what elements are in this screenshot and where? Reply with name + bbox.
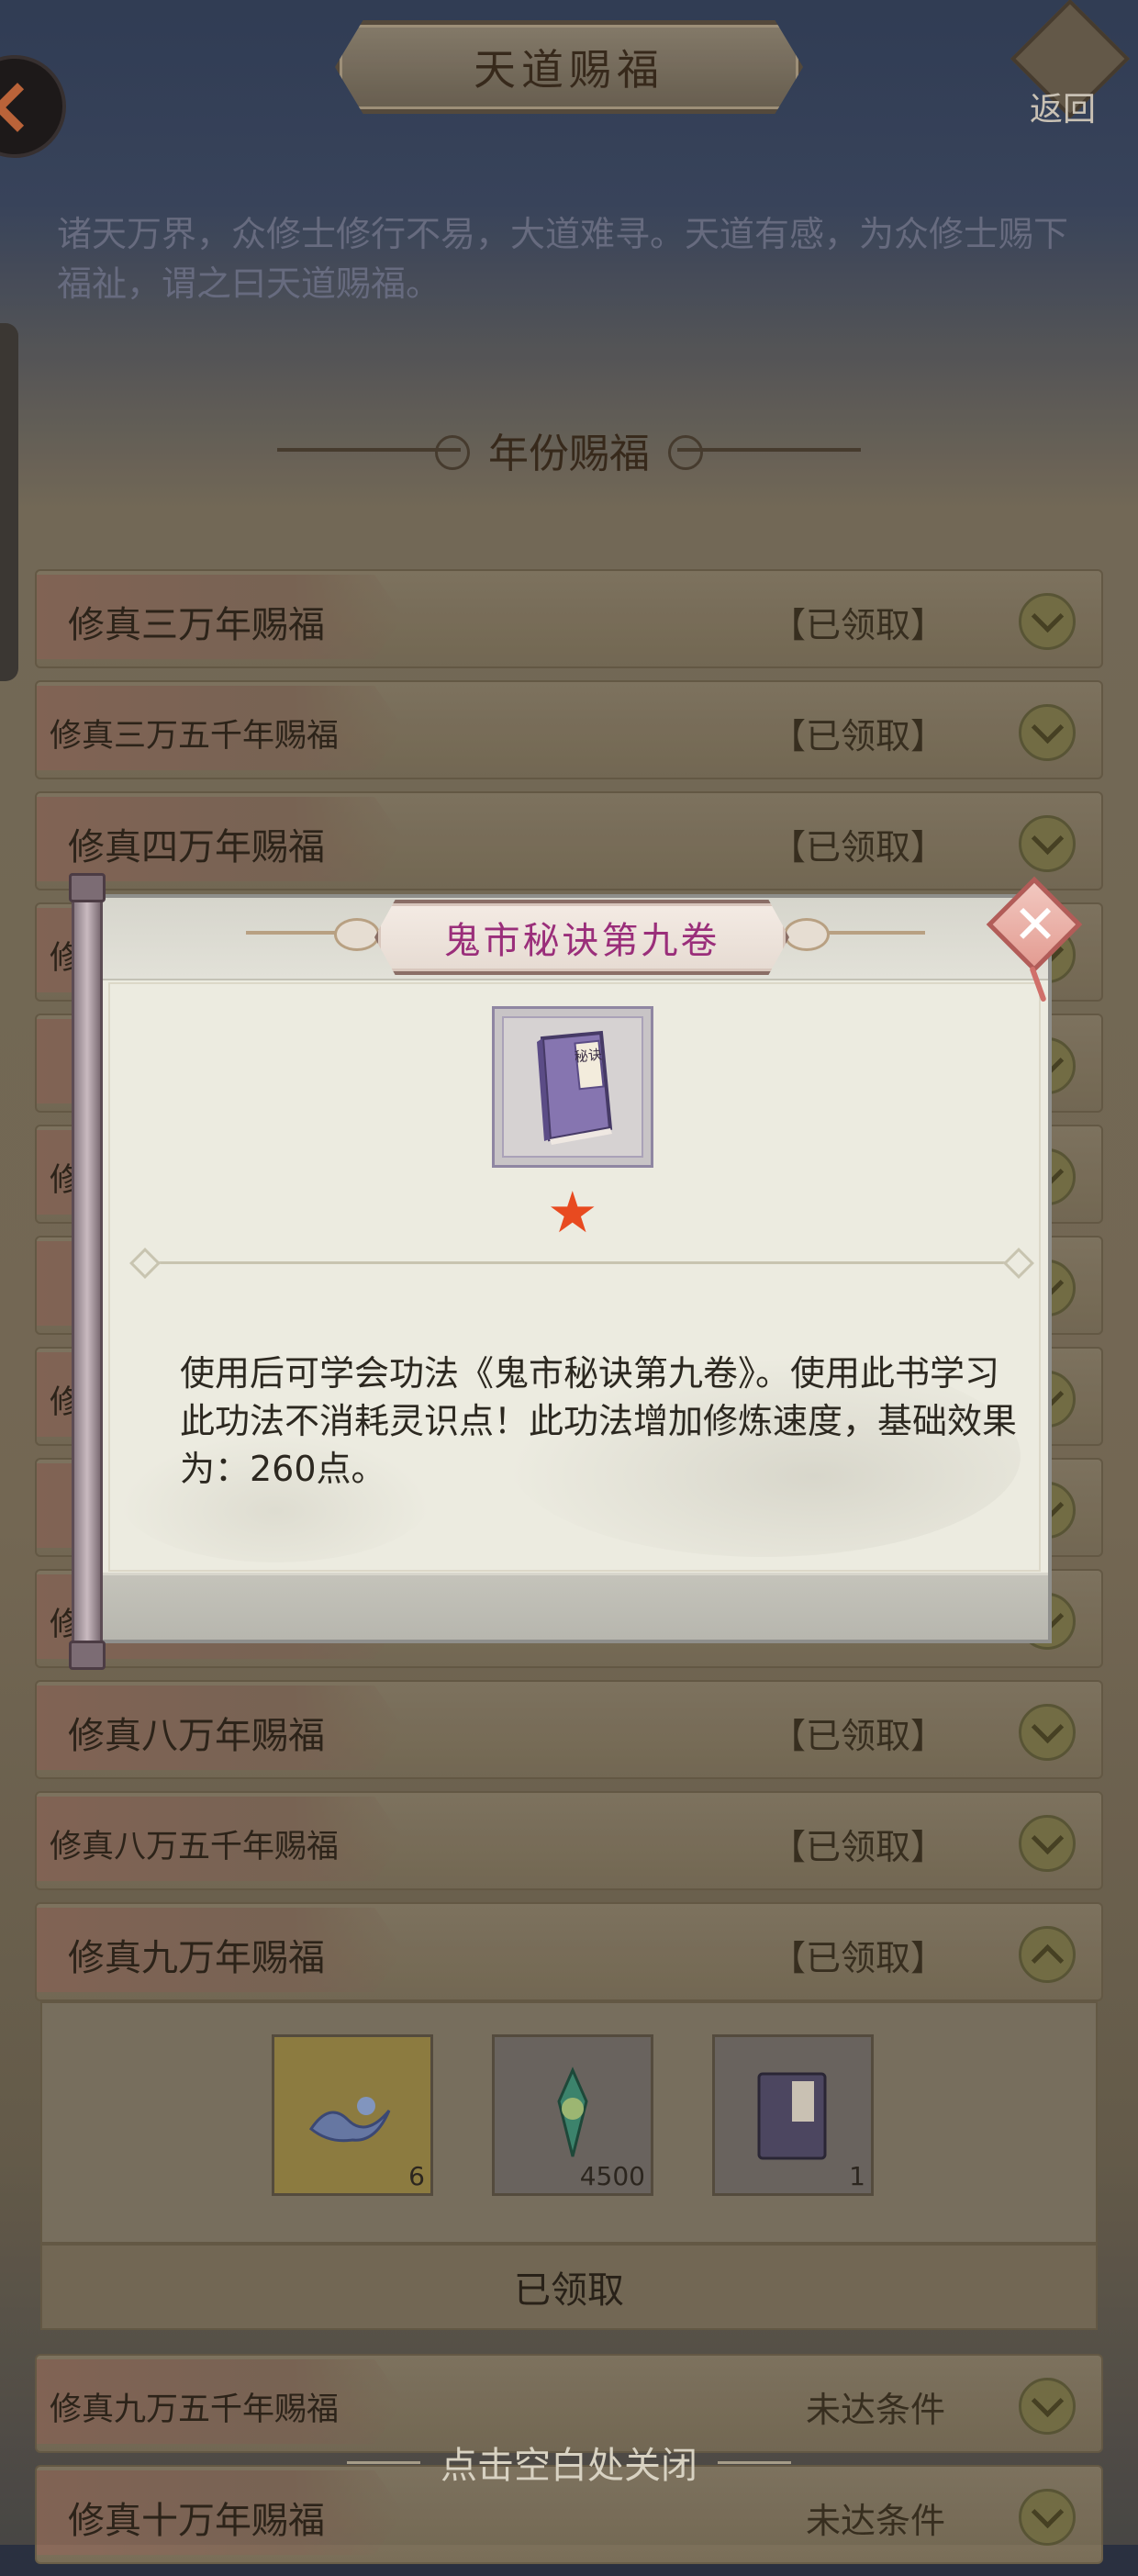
item-description: 使用后可学会功法《鬼市秘诀第九卷》。使用此书学习此功法不消耗灵识点！此功法增加修… (180, 1353, 1018, 1489)
star-icon: ★ (547, 1179, 598, 1246)
hint-ornament-left-icon (347, 2460, 420, 2464)
divider (141, 1261, 1022, 1264)
item-name: 鬼市秘诀第九卷 (443, 920, 720, 962)
close-icon: ✕ (1012, 893, 1058, 956)
close-button[interactable]: ✕ (986, 876, 1088, 1015)
hint-ornament-right-icon (718, 2460, 791, 2464)
close-hint: 点击空白处关闭 (330, 2435, 808, 2490)
book-icon: 秘诀 (537, 1030, 613, 1145)
book-label: 秘诀 (574, 1047, 603, 1066)
tassel-icon (1029, 966, 1047, 1002)
close-hint-text: 点击空白处关闭 (441, 2445, 697, 2487)
scroll-rod-icon (69, 873, 106, 1670)
item-icon-frame: 秘诀 (492, 1006, 653, 1168)
title-knob-right-icon (784, 918, 830, 951)
title-knob-left-icon (334, 918, 380, 951)
modal-footer-band (101, 1573, 1048, 1640)
item-detail-modal: 鬼市秘诀第九卷 ✕ 秘诀 ★ 使用后可学会功法《鬼市秘诀第九卷》。使用此书学习此… (69, 873, 1083, 1670)
item-title-plate: 鬼市秘诀第九卷 (374, 900, 789, 975)
